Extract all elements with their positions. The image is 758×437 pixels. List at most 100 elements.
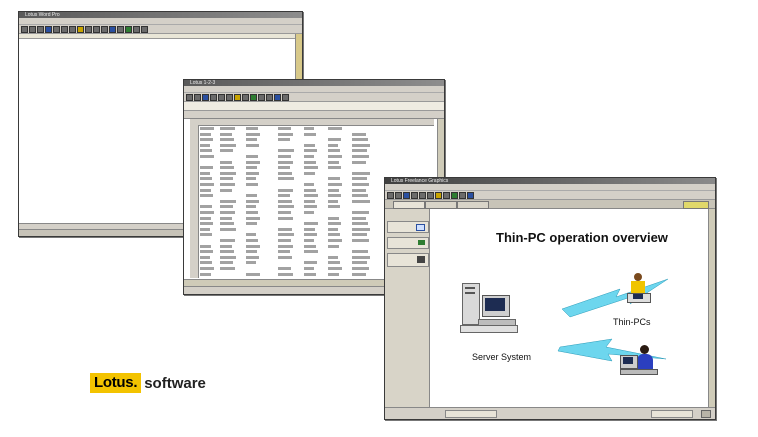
sheet-cell[interactable]	[304, 132, 316, 136]
new-page-button[interactable]	[387, 221, 429, 233]
sheet-cell[interactable]	[200, 138, 213, 142]
sheet-cell[interactable]	[246, 194, 257, 198]
sheet-cell[interactable]	[352, 199, 370, 203]
sheet-cell[interactable]	[246, 211, 258, 214]
sheet-cell[interactable]	[278, 194, 290, 198]
sheet-cell[interactable]	[278, 188, 293, 192]
sheet-cell[interactable]	[352, 194, 368, 198]
sheet-cell[interactable]	[278, 160, 293, 164]
sheet-cell[interactable]	[220, 183, 235, 186]
sheet-cell[interactable]	[246, 272, 260, 276]
sheet-cell[interactable]	[304, 143, 315, 147]
sheet-cell[interactable]	[200, 250, 213, 254]
sum-icon[interactable]	[234, 93, 241, 101]
sheet-cell[interactable]	[220, 166, 234, 170]
sheet-cell[interactable]	[352, 188, 366, 192]
sheet-cell[interactable]	[352, 216, 366, 220]
sheet-cell[interactable]	[278, 127, 291, 130]
sheet-cell[interactable]	[278, 205, 294, 209]
sheet-cell[interactable]	[246, 183, 258, 186]
sheet-cell[interactable]	[246, 244, 260, 248]
sheet-cell[interactable]	[246, 138, 257, 142]
sheet-cell[interactable]	[304, 267, 314, 270]
sheet-cell[interactable]	[220, 267, 235, 270]
sheet-cell[interactable]	[328, 227, 338, 231]
sheet-cell[interactable]	[278, 233, 294, 237]
sheet-cell[interactable]	[246, 250, 257, 254]
spell-icon[interactable]	[133, 25, 140, 33]
sheet-cell[interactable]	[246, 166, 257, 170]
sheet-cell[interactable]	[304, 244, 316, 248]
sheet-cell[interactable]	[278, 149, 294, 153]
sheet-cell[interactable]	[220, 222, 234, 226]
sheet-cell[interactable]	[200, 132, 211, 136]
style-icon[interactable]	[77, 25, 84, 33]
layout-button[interactable]	[387, 237, 429, 249]
underline-icon[interactable]	[101, 25, 108, 33]
copy-icon[interactable]	[61, 25, 68, 33]
sheet-cell[interactable]	[200, 177, 212, 181]
sheet-cell[interactable]	[220, 132, 232, 136]
sheet-cell[interactable]	[200, 222, 213, 226]
sheet-cell[interactable]	[220, 211, 235, 214]
sheet-cell[interactable]	[328, 177, 340, 181]
sheet-cell[interactable]	[278, 255, 292, 259]
tab-page-sorter[interactable]	[425, 201, 457, 209]
align-icon[interactable]	[274, 93, 281, 101]
copy-icon[interactable]	[226, 93, 233, 101]
sheet-cell[interactable]	[352, 155, 369, 158]
view-tabs[interactable]	[385, 200, 715, 209]
sheet-cell[interactable]	[220, 177, 233, 181]
sheet-cell[interactable]	[328, 233, 340, 237]
sheet-cell[interactable]	[304, 250, 318, 254]
sheet-cell[interactable]	[278, 227, 292, 231]
sheet-cell[interactable]	[246, 160, 260, 164]
sheet-cell[interactable]	[246, 239, 258, 242]
cut-icon[interactable]	[419, 191, 426, 199]
sheet-cell[interactable]	[328, 244, 339, 248]
spreadsheet-toolbar[interactable]	[184, 93, 444, 102]
column-headers[interactable]	[190, 119, 434, 126]
sheet-cell[interactable]	[352, 233, 367, 237]
sheet-row[interactable]	[200, 149, 434, 154]
sheet-cell[interactable]	[328, 222, 341, 226]
italic-icon[interactable]	[93, 25, 100, 33]
zoom-icon[interactable]	[141, 25, 148, 33]
sheet-cell[interactable]	[304, 227, 315, 231]
sheet-row[interactable]	[200, 143, 434, 149]
sheet-cell[interactable]	[200, 233, 212, 237]
sheet-cell[interactable]	[328, 261, 340, 265]
sheet-cell[interactable]	[352, 250, 368, 254]
sheet-cell[interactable]	[220, 143, 236, 147]
sheet-cell[interactable]	[200, 227, 210, 231]
zoom-indicator[interactable]	[651, 410, 693, 418]
chart-icon[interactable]	[250, 93, 257, 101]
sheet-cell[interactable]	[246, 261, 256, 265]
sheet-cell[interactable]	[352, 177, 367, 181]
chart-icon[interactable]	[125, 25, 132, 33]
sheet-cell[interactable]	[304, 127, 314, 130]
sheet-cell[interactable]	[328, 166, 341, 170]
sheet-cell[interactable]	[246, 143, 259, 147]
sheet-cell[interactable]	[328, 194, 341, 198]
sheet-cell[interactable]	[200, 211, 214, 214]
wordpro-toolbar[interactable]	[19, 25, 302, 34]
sheet-cell[interactable]	[200, 255, 210, 259]
sheet-cell[interactable]	[278, 177, 294, 181]
sheet-cell[interactable]	[246, 155, 258, 158]
sheet-cell[interactable]	[246, 255, 259, 259]
save-icon[interactable]	[403, 191, 410, 199]
sheet-cell[interactable]	[352, 160, 366, 164]
row-headers[interactable]	[190, 125, 199, 278]
sheet-cell[interactable]	[352, 183, 369, 186]
sheet-cell[interactable]	[246, 233, 256, 237]
sheet-cell[interactable]	[200, 166, 213, 170]
print-icon[interactable]	[45, 25, 52, 33]
sheet-cell[interactable]	[328, 127, 342, 130]
sheet-cell[interactable]	[328, 205, 340, 209]
wordpro-menu-bar[interactable]	[19, 18, 302, 25]
sheet-cell[interactable]	[328, 160, 339, 164]
sheet-cell[interactable]	[328, 138, 341, 142]
bold-icon[interactable]	[85, 25, 92, 33]
sheet-cell[interactable]	[304, 166, 318, 170]
